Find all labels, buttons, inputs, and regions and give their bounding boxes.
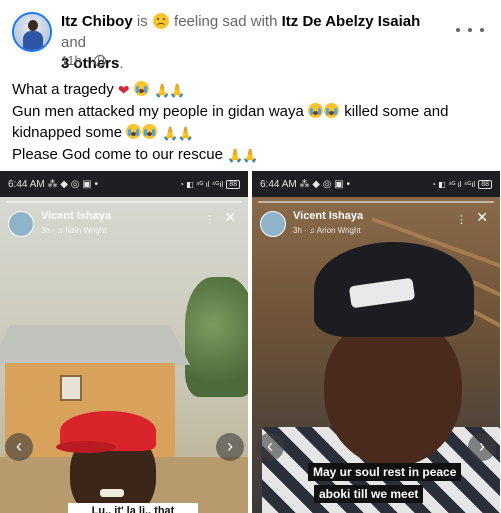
phone-status-bar: 6:44 AM ⁂ ◆ ◎ ▣ • ◔ ◧ ⁴ᴳ ıl ⁴ᴳıl 88	[252, 171, 500, 197]
crying-face-icon	[142, 124, 158, 139]
post-line-3: Please God come to our rescue 🙏🙏	[12, 144, 490, 166]
battery-icon: 88	[478, 179, 492, 189]
story-view: Vicent Ishaya 3h · ♫ Nzin Wright ⋮ ✕ Lu.…	[0, 197, 248, 513]
story-avatar	[260, 211, 286, 237]
crying-face-icon	[308, 103, 324, 118]
story-author: Vicent Ishaya	[41, 210, 112, 222]
post-line-3-text: Please God come to our rescue	[12, 146, 223, 163]
status-time: 6:44 AM	[260, 178, 297, 190]
period: .	[119, 55, 124, 72]
status-right: ◔ ◧ ⁴ᴳ ıl ⁴ᴳıl 88	[431, 179, 492, 189]
praying-hands-icon: 🙏🙏	[162, 126, 193, 141]
more-options-icon[interactable]	[456, 22, 484, 38]
next-image-button[interactable]: ›	[468, 433, 496, 461]
praying-hands-icon: 🙏🙏	[227, 148, 258, 163]
signal-icons: ◔ ◧ ⁴ᴳ ıl ⁴ᴳıl	[431, 179, 476, 189]
story-more-icon: ⋮	[204, 214, 216, 226]
prev-image-button[interactable]: ‹	[5, 433, 33, 461]
house-window	[60, 375, 82, 401]
story-caption-line-1: May ur soul rest in peace	[308, 463, 462, 481]
is-word: is	[136, 13, 148, 30]
post-body: What a tragedy ❤ 🙏🙏 Gun men attacked my …	[12, 79, 490, 166]
feeling-label: feeling sad with	[174, 13, 278, 30]
post-line-1-text: What a tragedy	[12, 81, 114, 98]
praying-hands-icon: 🙏🙏	[153, 83, 185, 98]
media-image-left[interactable]: 6:44 AM ⁂ ◆ ◎ ▣ • ◔ ◧ ⁴ᴳ ıl ⁴ᴳıl 88 Vice…	[0, 171, 248, 513]
story-music: 3h · ♫ Nzin Wright	[41, 226, 107, 235]
post-line-2a-text: Gun men attacked my people in gidan waya	[12, 103, 304, 120]
post-header: Itz Chiboy is feeling sad with Itz De Ab…	[61, 11, 446, 74]
status-time-left: 6:44 AM ⁂ ◆ ◎ ▣ •	[260, 179, 350, 190]
author-avatar[interactable]	[12, 12, 52, 52]
author-name[interactable]: Itz Chiboy	[61, 13, 133, 30]
house-roof	[0, 325, 190, 365]
status-time-left: 6:44 AM ⁂ ◆ ◎ ▣ •	[8, 179, 98, 190]
tagged-person[interactable]: Itz De Abelzy Isaiah	[282, 13, 421, 30]
phone-status-bar: 6:44 AM ⁂ ◆ ◎ ▣ • ◔ ◧ ⁴ᴳ ıl ⁴ᴳıl 88	[0, 171, 248, 197]
tree	[185, 277, 248, 397]
status-icons: ⁂ ◆ ◎ ▣ •	[47, 178, 98, 190]
story-music: 3h · ♫ Arion Wright	[293, 226, 361, 235]
person-face	[324, 317, 462, 467]
story-progress-bar	[6, 201, 242, 203]
story-author: Vicent Ishaya	[293, 210, 364, 222]
story-caption: Lu.. it' la li.. that	[68, 503, 198, 513]
story-more-icon: ⋮	[456, 214, 468, 226]
post-line-1: What a tragedy ❤ 🙏🙏	[12, 79, 490, 101]
crying-face-icon	[126, 124, 142, 139]
meta-separator: ·	[85, 53, 91, 68]
story-header: Vicent Ishaya 3h · ♫ Nzin Wright ⋮ ✕	[8, 209, 242, 243]
story-close-icon: ✕	[476, 209, 488, 225]
media-image-right[interactable]: 6:44 AM ⁂ ◆ ◎ ▣ • ◔ ◧ ⁴ᴳ ıl ⁴ᴳıl 88 Vice…	[252, 171, 500, 513]
post-line-2: Gun men attacked my people in gidan waya…	[12, 101, 490, 144]
globe-icon[interactable]	[94, 54, 107, 67]
story-caption-line-2: aboki till we meet	[314, 485, 424, 503]
story-header: Vicent Ishaya 3h · ♫ Arion Wright ⋮ ✕	[260, 209, 494, 243]
next-image-button-left[interactable]: ›	[216, 433, 244, 461]
sad-face-icon	[152, 13, 169, 29]
post-time[interactable]: 11h	[61, 53, 82, 68]
story-view: Vicent Ishaya 3h · ♫ Arion Wright ⋮ ✕ Ma…	[252, 197, 500, 513]
story-close-icon: ✕	[224, 209, 236, 225]
broken-heart-icon: ❤	[117, 82, 130, 98]
crying-face-icon	[133, 81, 149, 96]
post-media: 6:44 AM ⁂ ◆ ◎ ▣ • ◔ ◧ ⁴ᴳ ıl ⁴ᴳıl 88 Vice…	[0, 171, 501, 513]
story-avatar	[8, 211, 34, 237]
signal-icons: ◔ ◧ ⁴ᴳ ıl ⁴ᴳıl	[179, 179, 224, 189]
and-word: and	[61, 34, 87, 51]
status-icons: ⁂ ◆ ◎ ▣ •	[299, 178, 350, 190]
story-progress-bar	[258, 201, 494, 203]
status-right: ◔ ◧ ⁴ᴳ ıl ⁴ᴳıl 88	[179, 179, 240, 189]
facebook-post: Itz Chiboy is feeling sad with Itz De Ab…	[0, 0, 501, 513]
battery-icon: 88	[226, 179, 240, 189]
status-time: 6:44 AM	[8, 178, 45, 190]
crying-face-icon	[324, 103, 340, 118]
post-meta: 11h ·	[61, 53, 107, 68]
prev-image-button-right[interactable]: ‹	[256, 433, 284, 461]
